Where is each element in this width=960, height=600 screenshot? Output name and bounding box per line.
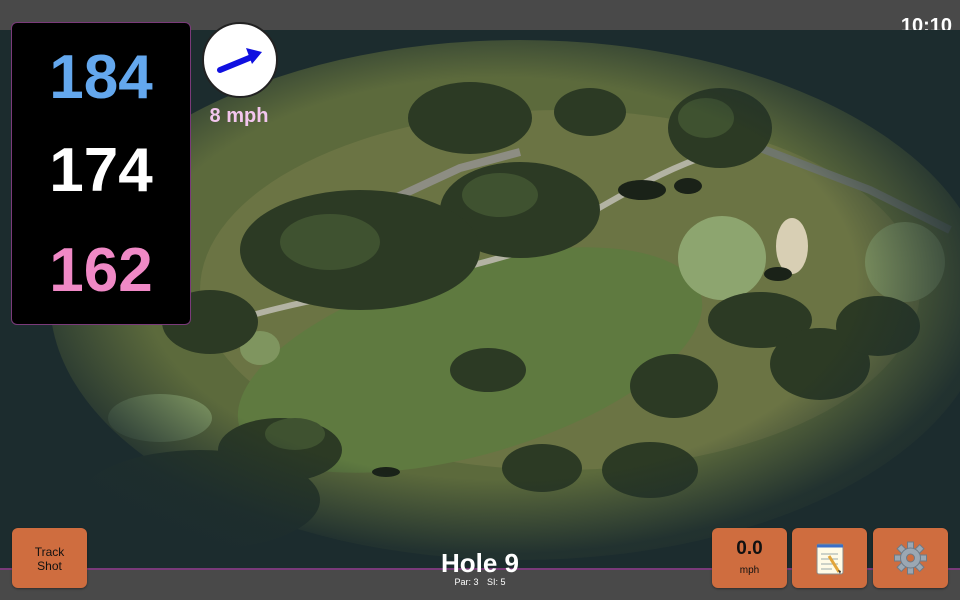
arrow-up-right-icon [217,48,262,73]
speed-button[interactable]: 0.0 mph [712,528,787,588]
wind-indicator [202,22,278,98]
speed-value: 0.0 [736,538,763,559]
wind-speed: 8 mph [209,105,269,127]
gear-icon [894,541,927,575]
settings-button[interactable] [873,528,948,588]
notepad-icon [816,543,844,575]
distance-panel: 184 174 162 [11,22,191,325]
scorecard-button[interactable] [792,528,867,588]
track-shot-label: Track Shot [34,545,65,573]
speed-unit: mph [739,565,760,576]
hole-meta: Par: 3 SI: 5 [380,577,580,587]
back-distance: 184 [49,43,153,112]
hole-title: Hole 9 [440,548,520,578]
stroke-index-label: SI: 5 [487,577,506,587]
par-label: Par: 3 [454,577,479,587]
track-shot-button[interactable]: Track Shot [12,528,87,588]
middle-distance: 174 [49,136,153,205]
front-distance: 162 [49,236,153,305]
